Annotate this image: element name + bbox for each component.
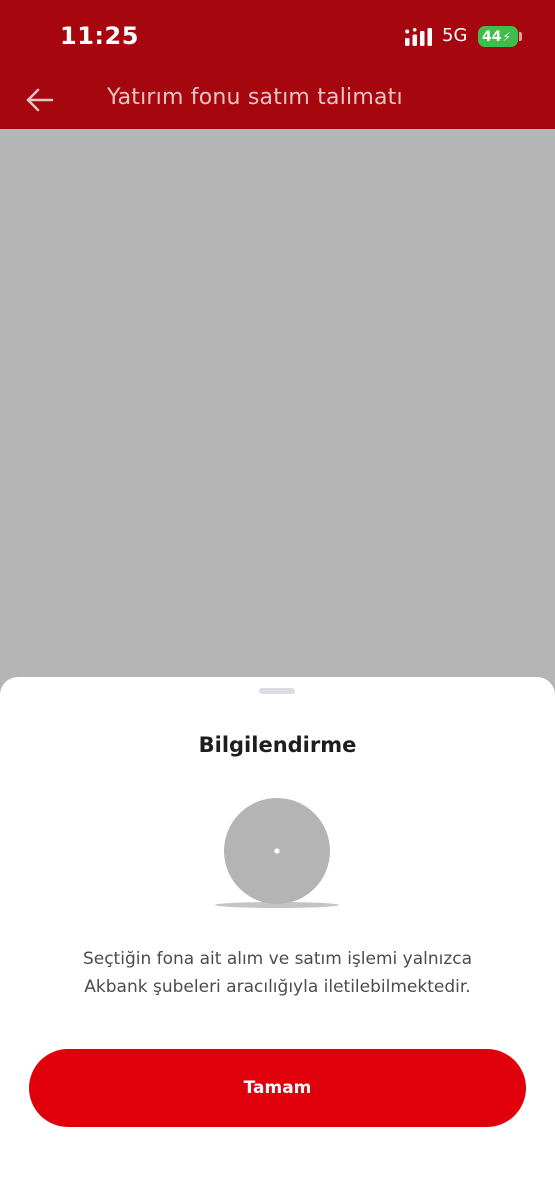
back-button[interactable] <box>22 84 58 116</box>
app-screen: 11:25 5G 44 ⚡ Yatırım fonu satım talimat… <box>0 0 555 1200</box>
page-title: Yatırım fonu satım talimatı <box>107 85 403 110</box>
info-illustration <box>215 798 339 908</box>
battery-cap <box>519 32 522 41</box>
sheet-drag-handle[interactable] <box>259 688 295 694</box>
sheet-title: Bilgilendirme <box>198 733 357 757</box>
bottom-sheet: Bilgilendirme Seçtiğin fona ait alım ve … <box>0 677 555 1200</box>
network-type: 5G <box>442 25 468 46</box>
top-bar: 11:25 5G 44 ⚡ Yatırım fonu satım talimat… <box>0 0 555 129</box>
page-header: Yatırım fonu satım talimatı <box>0 74 555 129</box>
battery-level: 44 <box>482 28 502 45</box>
battery-icon: 44 ⚡ <box>478 26 518 47</box>
info-message-line-2: Akbank şubeleri aracılığıyla iletilebilm… <box>84 977 471 997</box>
ok-button[interactable]: Tamam <box>29 1049 526 1127</box>
info-message: Seçtiğin fona ait alım ve satım işlemi y… <box>30 945 525 1001</box>
status-bar: 11:25 5G 44 ⚡ <box>0 0 555 74</box>
charging-bolt-icon: ⚡ <box>502 29 511 44</box>
signal-icon <box>405 28 432 46</box>
arrow-left-icon <box>26 88 54 112</box>
status-time: 11:25 <box>60 22 139 50</box>
info-message-line-1: Seçtiğin fona ait alım ve satım işlemi y… <box>82 949 473 969</box>
